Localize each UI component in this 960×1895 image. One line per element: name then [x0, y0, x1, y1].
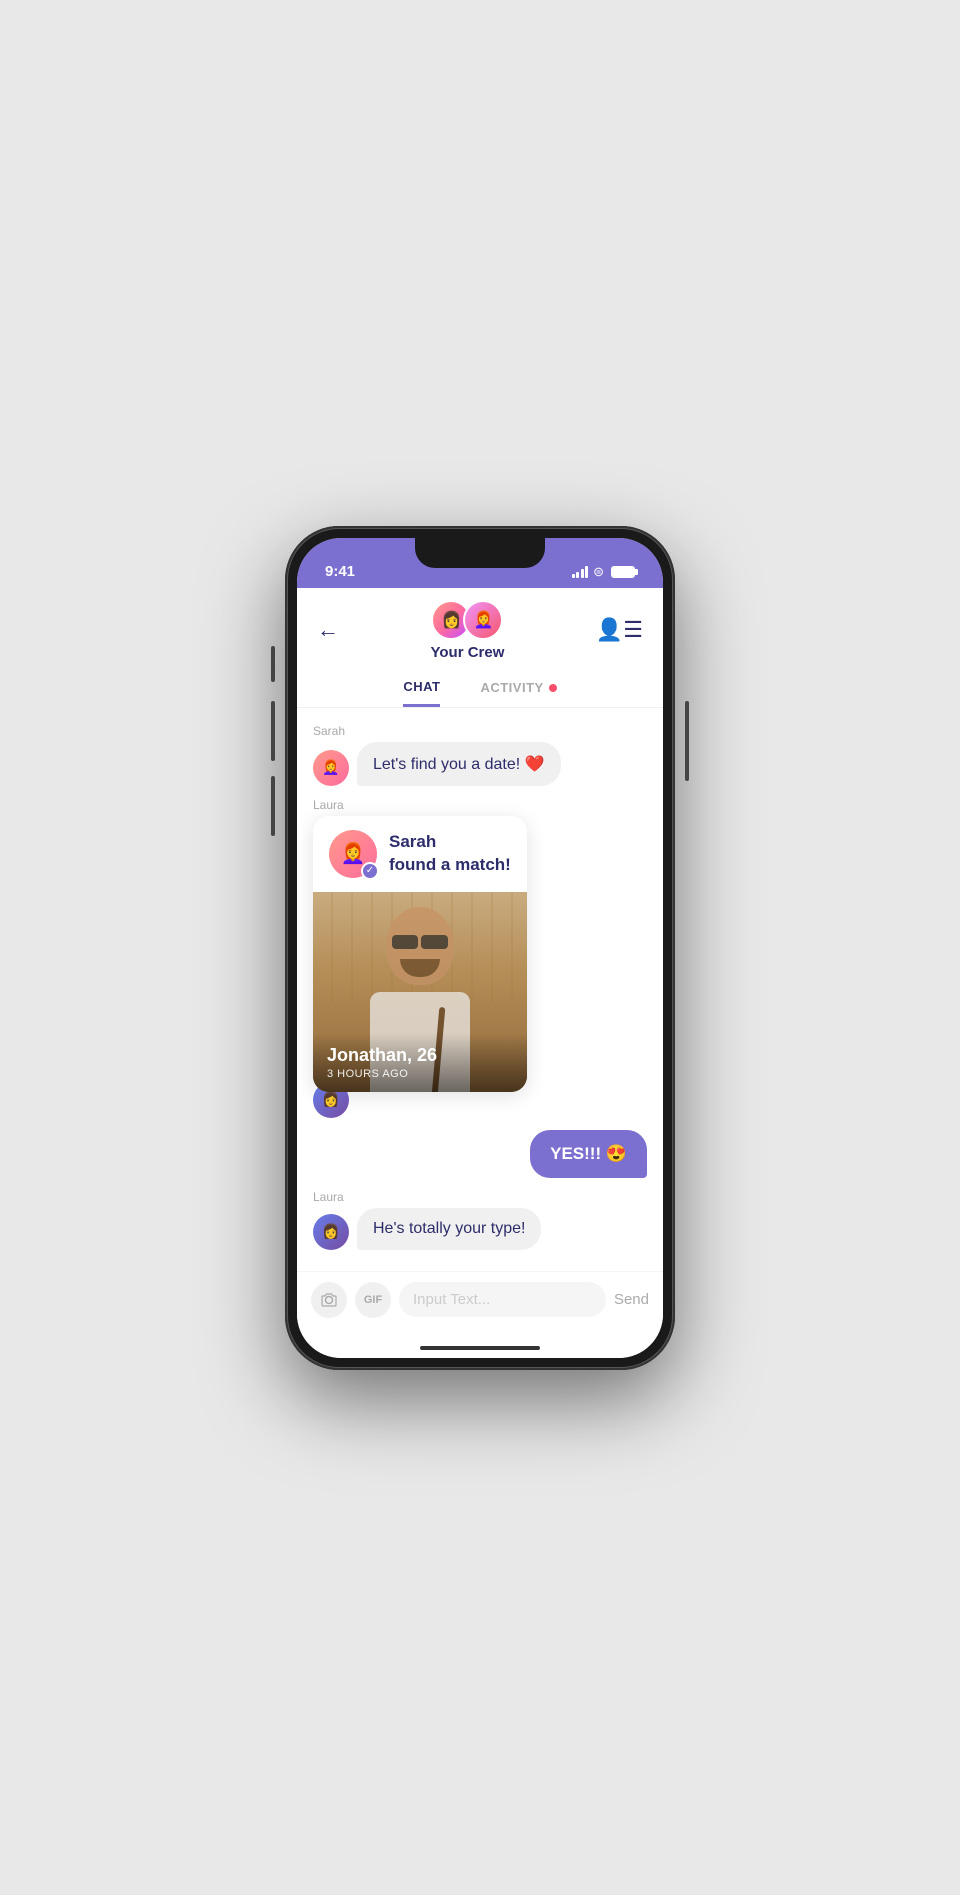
gif-label: GIF — [364, 1294, 382, 1306]
match-card-wrapper: 👩‍🦰 ✓ Sarahfound a match! — [313, 816, 527, 1118]
match-time: 3 HOURS AGO — [327, 1068, 513, 1080]
gif-button[interactable]: GIF — [355, 1282, 391, 1318]
signal-bar-4 — [585, 566, 588, 578]
volume-up-button — [271, 701, 275, 761]
camera-button[interactable] — [311, 1282, 347, 1318]
status-icons: ⊜ — [572, 564, 635, 580]
notch — [415, 538, 545, 568]
mute-button — [271, 646, 275, 682]
crew-name: Your Crew — [430, 644, 504, 661]
home-indicator — [297, 1338, 663, 1358]
sarah-avatar: 👩‍🦰 — [313, 750, 349, 786]
message-bubble-1: Let's find you a date! ❤️ — [357, 742, 561, 786]
tab-chat[interactable]: CHAT — [403, 679, 440, 707]
crew-avatars: 👩 👩‍🦰 — [431, 600, 503, 640]
message-row-2: 👩‍🦰 ✓ Sarahfound a match! — [313, 816, 527, 1118]
camera-icon — [321, 1293, 337, 1307]
match-avatar-wrap: 👩‍🦰 ✓ — [329, 830, 377, 878]
header-top: ← 👩 👩‍🦰 Your Crew 👤☰ — [317, 600, 643, 661]
message-4: Laura 👩 He's totally your type! — [313, 1190, 541, 1250]
header-center: 👩 👩‍🦰 Your Crew — [430, 600, 504, 661]
message-row-4: 👩 He's totally your type! — [313, 1208, 541, 1250]
message-2: Laura 👩‍🦰 ✓ Sarahfound a — [313, 798, 527, 1118]
match-card[interactable]: 👩‍🦰 ✓ Sarahfound a match! — [313, 816, 527, 1092]
signal-bar-1 — [572, 574, 575, 578]
power-button — [685, 701, 689, 781]
match-card-title: Sarahfound a match! — [389, 831, 511, 875]
wifi-icon: ⊜ — [593, 564, 604, 580]
phone-screen: 9:41 ⊜ ← — [297, 538, 663, 1358]
match-check-icon: ✓ — [361, 862, 379, 880]
sender-name-laura-2: Laura — [313, 1190, 541, 1204]
sender-name-laura: Laura — [313, 798, 527, 812]
message-bubble-4: He's totally your type! — [357, 1208, 541, 1250]
activity-notification-dot — [549, 684, 557, 692]
send-button[interactable]: Send — [614, 1291, 649, 1308]
battery-fill — [613, 568, 633, 576]
match-person-name: Jonathan, 26 — [327, 1045, 513, 1066]
laura-avatar-2: 👩 — [313, 1214, 349, 1250]
message-1: Sarah 👩‍🦰 Let's find you a date! ❤️ — [313, 724, 561, 786]
sender-name-sarah: Sarah — [313, 724, 561, 738]
chat-area: Sarah 👩‍🦰 Let's find you a date! ❤️ Laur… — [297, 708, 663, 1271]
text-input[interactable]: Input Text... — [399, 1282, 606, 1317]
home-bar — [420, 1346, 540, 1350]
signal-icon — [572, 566, 589, 578]
match-info-overlay: Jonathan, 26 3 HOURS AGO — [313, 1033, 527, 1092]
tab-activity[interactable]: ACTIVITY — [480, 679, 556, 707]
back-button[interactable]: ← — [317, 617, 339, 643]
signal-bar-3 — [581, 569, 584, 578]
chat-header: ← 👩 👩‍🦰 Your Crew 👤☰ CHAT — [297, 588, 663, 708]
match-photo: Jonathan, 26 3 HOURS AGO — [313, 892, 527, 1092]
contacts-icon[interactable]: 👤☰ — [596, 617, 643, 643]
match-card-header: 👩‍🦰 ✓ Sarahfound a match! — [313, 816, 527, 892]
battery-icon — [611, 566, 635, 578]
input-area: GIF Input Text... Send — [297, 1271, 663, 1338]
tab-bar: CHAT ACTIVITY — [317, 669, 643, 707]
message-bubble-3: YES!!! 😍 — [530, 1130, 647, 1178]
phone-frame: 9:41 ⊜ ← — [285, 526, 675, 1370]
avatar-person-2: 👩‍🦰 — [463, 600, 503, 640]
input-placeholder: Input Text... — [413, 1291, 490, 1308]
volume-down-button — [271, 776, 275, 836]
status-time: 9:41 — [325, 563, 355, 580]
signal-bar-2 — [576, 572, 579, 578]
message-row-1: 👩‍🦰 Let's find you a date! ❤️ — [313, 742, 561, 786]
message-3: YES!!! 😍 — [530, 1130, 647, 1178]
